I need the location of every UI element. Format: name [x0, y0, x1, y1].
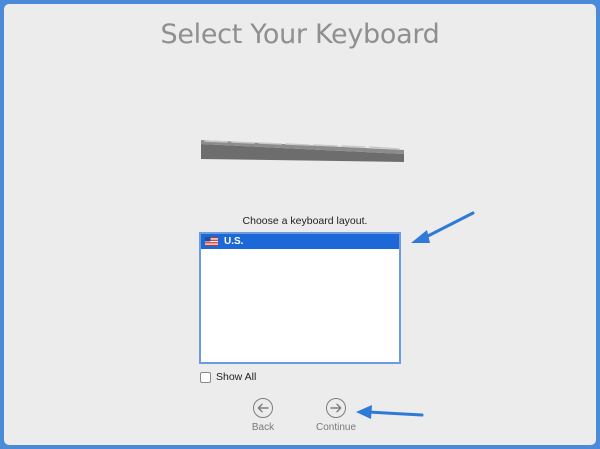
layout-option-us[interactable]: U.S.	[201, 234, 399, 249]
keyboard-illustration	[201, 140, 404, 162]
keyboard-layout-prompt: Choose a keyboard layout.	[242, 215, 368, 227]
layout-option-label: U.S.	[224, 236, 244, 247]
annotation-arrow-icon	[356, 405, 424, 419]
back-arrow-icon	[253, 398, 273, 418]
keyboard-layout-list[interactable]: U.S.	[199, 232, 401, 364]
page-title: Select Your Keyboard	[160, 19, 440, 50]
back-button[interactable]: Back	[233, 398, 293, 433]
forward-arrow-icon	[326, 398, 346, 418]
continue-label: Continue	[315, 422, 357, 433]
us-flag-icon	[205, 237, 218, 246]
back-label: Back	[251, 422, 275, 433]
setup-assistant-window: Select Your Keyboard Choose a keyboard l…	[4, 4, 596, 445]
show-all-toggle[interactable]: Show All	[200, 371, 256, 383]
show-all-label: Show All	[216, 371, 257, 383]
annotation-arrow-icon	[411, 211, 475, 243]
show-all-checkbox[interactable]	[200, 371, 211, 383]
